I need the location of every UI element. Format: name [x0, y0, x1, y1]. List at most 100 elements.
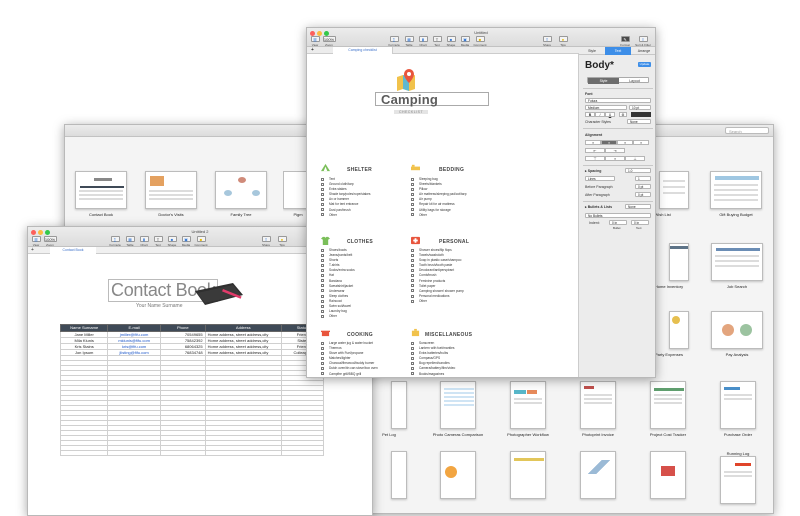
view-button[interactable]: ▥ View	[310, 36, 320, 47]
comment-button[interactable]: ■ Comment	[473, 36, 487, 47]
checkbox[interactable]	[411, 203, 414, 207]
tab-arrange[interactable]: Arrange	[631, 47, 655, 55]
after-paragraph-field[interactable]: 0 pt	[635, 192, 651, 197]
checkbox[interactable]	[321, 177, 324, 181]
checkbox[interactable]	[411, 213, 414, 217]
bullet-style-select[interactable]: No Bullets	[585, 213, 651, 218]
bullet-indent-field[interactable]: 0 in	[609, 220, 627, 225]
table-button[interactable]: ▦ Table	[124, 236, 136, 247]
font-weight-select[interactable]: Medium	[585, 105, 627, 110]
checkbox[interactable]	[411, 177, 414, 181]
template-contact-book[interactable]: Contact Book	[71, 171, 131, 217]
sheet-tab-contact-book[interactable]: Contact Book	[50, 247, 96, 254]
checklist-item[interactable]: Tablecloth/thumb tacks/clips	[321, 377, 383, 378]
checkbox[interactable]	[321, 346, 324, 350]
checklist-item[interactable]: Other	[321, 213, 370, 218]
text-button[interactable]: T Text	[431, 36, 443, 47]
tab-style[interactable]: Style	[579, 47, 605, 55]
gear-icon[interactable]: ⚙	[619, 112, 627, 117]
checkbox[interactable]	[411, 356, 414, 360]
valign-bottom-button[interactable]: ⊥	[625, 156, 645, 161]
formula-button[interactable]: ∑ Formula	[108, 236, 122, 247]
formula-button[interactable]: ∑ Formula	[387, 36, 401, 47]
sheet-tab-camping-checklist[interactable]: Camping checklist	[333, 47, 393, 54]
checklist-item[interactable]: Other	[321, 314, 355, 319]
spacing-unit-select[interactable]: Lines	[585, 176, 615, 181]
share-button[interactable]: ⇪ Share	[260, 236, 272, 247]
table-cell[interactable]	[159, 450, 206, 456]
zoom-button[interactable]: 100% Zoom	[43, 236, 57, 247]
justify-button[interactable]: ≡	[633, 140, 649, 145]
checkbox[interactable]	[411, 182, 414, 186]
template-row5-a[interactable]	[371, 451, 407, 502]
share-button[interactable]: ⇪ Share	[541, 36, 553, 47]
align-right-button[interactable]: ≡	[617, 140, 633, 145]
checkbox[interactable]	[411, 279, 414, 283]
checkbox[interactable]	[321, 182, 324, 186]
checkbox[interactable]	[411, 362, 414, 366]
template-row5-b[interactable]	[427, 451, 489, 502]
text-color-well[interactable]	[631, 112, 651, 117]
format-button[interactable]: ✎ Format	[619, 36, 631, 47]
checkbox[interactable]	[411, 208, 414, 212]
font-size-field[interactable]: 10 pt	[629, 105, 651, 110]
comment-button[interactable]: ■ Comment	[194, 236, 208, 247]
checkbox[interactable]	[321, 309, 324, 313]
column-header[interactable]: Name Surname	[59, 324, 109, 332]
tab-text[interactable]: Text	[605, 47, 631, 55]
checkbox[interactable]	[321, 284, 324, 288]
checkbox[interactable]	[321, 356, 324, 360]
valign-middle-button[interactable]: ≡	[605, 156, 625, 161]
shape-button[interactable]: ■ Shape	[166, 236, 178, 247]
checkbox[interactable]	[411, 341, 414, 345]
template-search-input[interactable]: Search	[725, 127, 769, 134]
checkbox[interactable]	[411, 367, 414, 371]
checklist-item[interactable]: Other	[411, 213, 466, 218]
before-paragraph-field[interactable]: 0 pt	[635, 184, 651, 189]
indent-increase-button[interactable]: ⇥	[605, 148, 625, 153]
tips-button[interactable]: ● Tips	[276, 236, 288, 247]
checkbox[interactable]	[321, 279, 324, 283]
template-photo-cameras-comparison[interactable]: Photo Cameras Comparison	[427, 381, 489, 437]
checkbox[interactable]	[411, 258, 414, 262]
checkbox[interactable]	[411, 299, 414, 303]
checkbox[interactable]	[411, 253, 414, 257]
update-style-button[interactable]: Update	[638, 62, 651, 67]
template-pay-analysis[interactable]: Pay Analysis	[707, 311, 767, 357]
zoom-button[interactable]: 100% Zoom	[322, 36, 336, 47]
column-header[interactable]: E-mail	[107, 324, 161, 332]
align-left-button[interactable]: ≡	[585, 140, 601, 145]
table-button[interactable]: ▦ Table	[403, 36, 415, 47]
template-row5-d[interactable]	[567, 451, 629, 502]
bold-button[interactable]: B	[585, 112, 595, 117]
template-project-cost-tracker[interactable]: Project Cost Tracker	[637, 381, 699, 437]
checkbox[interactable]	[411, 289, 414, 293]
character-styles-select[interactable]: None	[627, 119, 651, 124]
template-family-tree[interactable]: Family Tree	[211, 171, 271, 217]
checkbox[interactable]	[321, 372, 324, 376]
text-button[interactable]: T Text	[152, 236, 164, 247]
checklist-item[interactable]: Other	[411, 299, 464, 304]
checkbox[interactable]	[321, 253, 324, 257]
checkbox[interactable]	[321, 258, 324, 262]
template-row5-e[interactable]	[637, 451, 699, 502]
checkbox[interactable]	[321, 314, 324, 318]
checkbox[interactable]	[321, 367, 324, 371]
table-cell[interactable]	[204, 450, 282, 456]
spacing-value-field[interactable]: 1.0	[625, 168, 651, 173]
checkbox[interactable]	[321, 203, 324, 207]
document-canvas[interactable]: Camping CHECKLIST SHELTER Tent Ground clo…	[307, 54, 579, 378]
column-header[interactable]: Address	[204, 324, 282, 332]
align-center-button[interactable]: ≡	[601, 140, 617, 145]
template-running-log[interactable]: Running Log	[707, 451, 769, 507]
paragraph-style-name[interactable]: Body*	[585, 60, 614, 71]
template-gift-buying-budget[interactable]: Gift Buying Budget	[701, 171, 771, 217]
tips-button[interactable]: ● Tips	[557, 36, 569, 47]
checkbox[interactable]	[321, 213, 324, 217]
checkbox[interactable]	[411, 351, 414, 355]
template-photoprint-invoice[interactable]: Photoprint Invoice	[567, 381, 629, 437]
column-header[interactable]: Phone	[159, 324, 206, 332]
text-indent-field[interactable]: 0 in	[631, 220, 649, 225]
template-pet-log[interactable]: Pet Log	[371, 381, 407, 437]
bullets-select[interactable]: None	[625, 204, 651, 209]
